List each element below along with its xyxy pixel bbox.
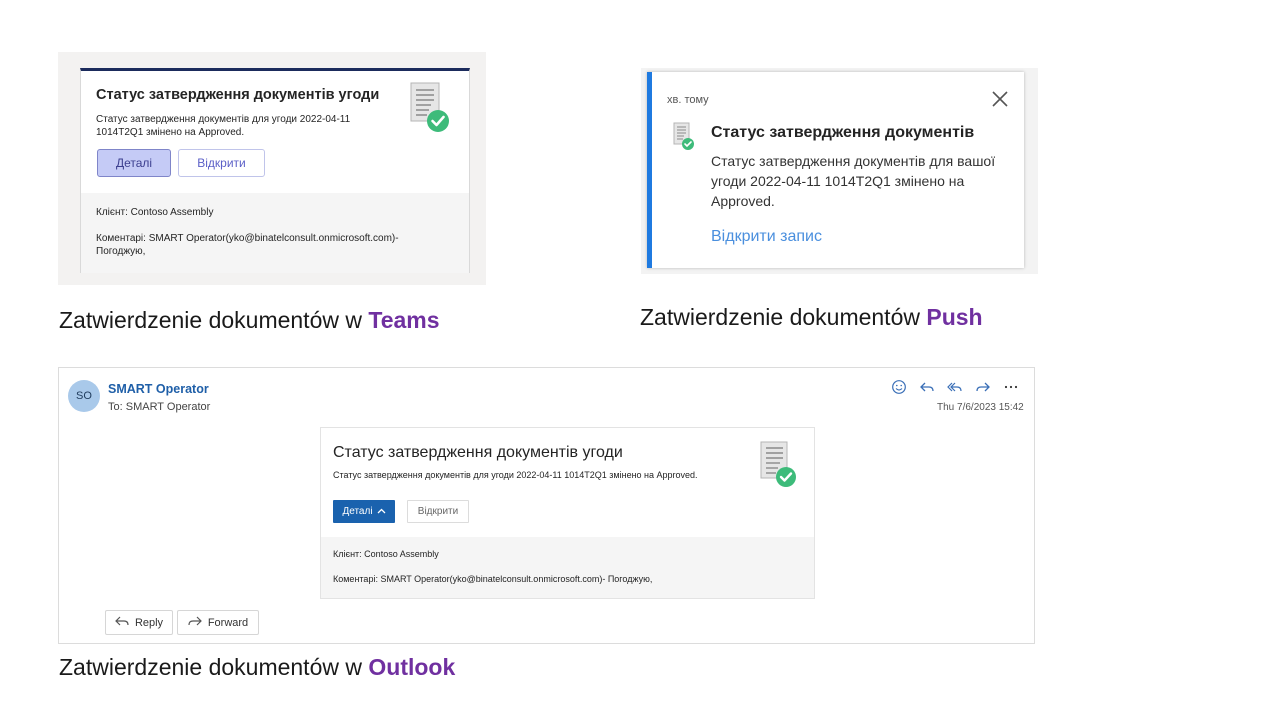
reply-icon[interactable] [917, 377, 937, 397]
open-record-link[interactable]: Відкрити запис [711, 228, 822, 246]
outlook-card-body: Статус затвердження документів для угоди… [333, 470, 698, 480]
document-check-icon [759, 440, 799, 488]
reply-all-icon[interactable] [945, 377, 965, 397]
teams-card-frame: Статус затвердження документів угоди Ста… [58, 52, 486, 285]
message-date: Thu 7/6/2023 15:42 [937, 402, 1024, 413]
teams-adaptive-card: Статус затвердження документів угоди Ста… [80, 68, 470, 273]
notification-time: хв. тому [667, 94, 709, 106]
close-icon[interactable] [989, 88, 1011, 110]
avatar: SO [68, 380, 100, 412]
outlook-card-title: Статус затвердження документів угоди [333, 444, 623, 461]
details-button[interactable]: Деталі [97, 149, 171, 177]
client-text: Клієнт: Contoso Assembly [333, 549, 439, 559]
teams-card-title: Статус затвердження документів угоди [96, 87, 380, 103]
outlook-message: SO SMART Operator To: SMART Operator Thu… [58, 367, 1035, 644]
caption-outlook: Zatwierdzenie dokumentów w Outlook [59, 654, 456, 680]
chevron-up-icon [377, 506, 386, 517]
comment-text: Коментарі: SMART Operator(yko@binatelcon… [96, 233, 399, 257]
comment-text: Коментарі: SMART Operator(yko@binatelcon… [333, 574, 653, 584]
client-text: Клієнт: Contoso Assembly [96, 207, 214, 218]
outlook-card-details: Клієнт: Contoso Assembly Коментарі: SMAR… [321, 537, 814, 598]
emoji-icon[interactable] [889, 377, 909, 397]
push-notification-frame: хв. тому Статус затвердження документів … [641, 68, 1038, 274]
more-options-icon[interactable] [1001, 377, 1021, 397]
document-check-icon [407, 81, 453, 133]
document-check-icon [672, 122, 696, 152]
forward-icon[interactable] [973, 377, 993, 397]
details-button[interactable]: Деталі [333, 500, 395, 523]
recipient-line: To: SMART Operator [108, 401, 211, 413]
notification-body: Статус затвердження документів для вашої… [711, 153, 996, 209]
forward-icon [188, 615, 202, 630]
caption-teams: Zatwierdzenie dokumentów w Teams [59, 307, 440, 333]
open-button[interactable]: Відкрити [407, 500, 469, 523]
forward-button[interactable]: Forward [177, 610, 259, 635]
sender-name[interactable]: SMART Operator [108, 382, 209, 396]
reply-button[interactable]: Reply [105, 610, 173, 635]
reply-icon [115, 615, 129, 630]
teams-card-details: Клієнт: Contoso Assembly Коментарі: SMAR… [81, 193, 469, 273]
outlook-adaptive-card: Статус затвердження документів угоди Ста… [320, 427, 815, 599]
teams-card-body: Статус затвердження документів для угоди… [96, 114, 351, 138]
open-button[interactable]: Відкрити [178, 149, 265, 177]
caption-push: Zatwierdzenie dokumentów Push [640, 304, 983, 330]
notification-title: Статус затвердження документів [711, 124, 975, 141]
push-notification[interactable]: хв. тому Статус затвердження документів … [647, 72, 1024, 268]
message-actions [889, 377, 1021, 397]
